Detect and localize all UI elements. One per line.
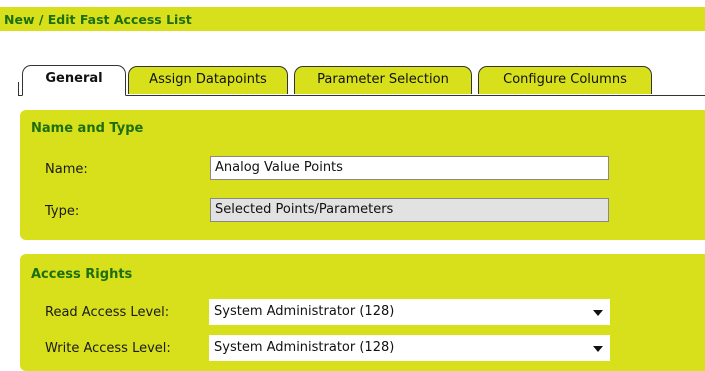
name-and-type-heading: Name and Type (31, 121, 144, 136)
write-access-level-value: System Administrator (128) (214, 340, 395, 355)
type-field: Selected Points/Parameters (210, 198, 609, 222)
chevron-down-icon[interactable] (593, 310, 603, 316)
name-and-type-panel: Name and Type Name: Analog Value Points … (20, 110, 705, 240)
tab-parameter-selection[interactable]: Parameter Selection (294, 66, 472, 94)
tab-general-label: General (45, 71, 103, 86)
name-field[interactable]: Analog Value Points (210, 156, 609, 180)
read-access-level-select[interactable]: System Administrator (128) (209, 299, 610, 325)
access-rights-panel: Access Rights Read Access Level: System … (20, 254, 705, 371)
tab-strip-edge (18, 82, 19, 96)
access-rights-heading: Access Rights (31, 267, 133, 282)
tab-assign-datapoints-label: Assign Datapoints (149, 72, 267, 87)
tab-assign-datapoints[interactable]: Assign Datapoints (128, 66, 288, 94)
name-label: Name: (45, 162, 88, 177)
read-access-level-label: Read Access Level: (45, 305, 170, 320)
type-label: Type: (45, 204, 80, 219)
tab-parameter-selection-label: Parameter Selection (317, 72, 449, 87)
tab-configure-columns-label: Configure Columns (503, 72, 627, 87)
page-title: New / Edit Fast Access List (4, 12, 192, 27)
title-bar: New / Edit Fast Access List (0, 7, 705, 31)
chevron-down-icon[interactable] (593, 346, 603, 352)
write-access-level-select[interactable]: System Administrator (128) (209, 335, 610, 361)
tab-configure-columns[interactable]: Configure Columns (478, 66, 652, 94)
read-access-level-value: System Administrator (128) (214, 304, 395, 319)
write-access-level-label: Write Access Level: (45, 341, 171, 356)
tab-general[interactable]: General (22, 65, 126, 96)
